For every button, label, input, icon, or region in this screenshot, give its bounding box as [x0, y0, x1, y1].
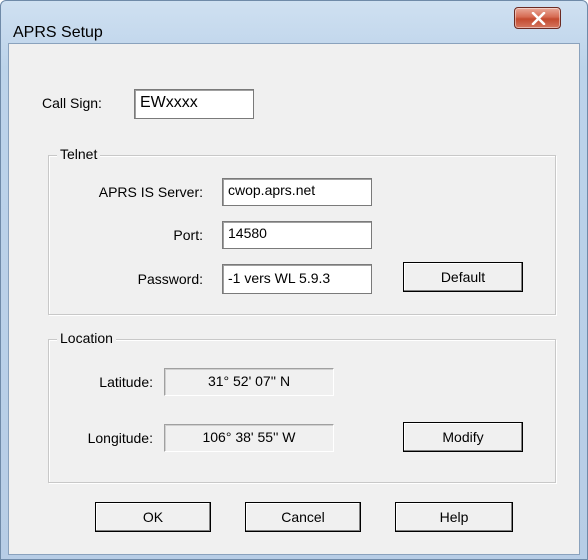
port-label: Port: — [173, 227, 203, 243]
default-button[interactable]: Default — [403, 262, 523, 292]
server-label: APRS IS Server: — [98, 184, 203, 200]
dialog-body: Call Sign: EWxxxx Telnet APRS IS Server:… — [8, 43, 580, 555]
port-input[interactable]: 14580 — [222, 221, 372, 249]
close-icon — [531, 12, 546, 25]
location-group-label: Location — [57, 330, 116, 346]
password-input[interactable]: -1 vers WL 5.9.3 — [222, 264, 372, 294]
window-title: APRS Setup — [13, 24, 103, 41]
server-input[interactable]: cwop.aprs.net — [222, 178, 372, 206]
callsign-input[interactable]: EWxxxx — [134, 89, 254, 119]
title-bar[interactable]: APRS Setup — [1, 1, 587, 43]
close-button[interactable] — [514, 7, 561, 29]
password-label: Password: — [137, 271, 203, 287]
callsign-label: Call Sign: — [42, 95, 102, 111]
modify-button[interactable]: Modify — [403, 422, 523, 452]
latitude-label: Latitude: — [99, 374, 153, 390]
help-button[interactable]: Help — [395, 502, 513, 532]
longitude-label: Longitude: — [87, 430, 153, 446]
latitude-value: 31° 52' 07'' N — [164, 368, 334, 396]
location-group: Location — [48, 330, 556, 483]
cancel-button[interactable]: Cancel — [245, 502, 361, 532]
ok-button[interactable]: OK — [95, 502, 211, 532]
aprs-setup-window: APRS Setup Call Sign: EWxxxx Telnet APRS… — [0, 0, 588, 560]
telnet-group-label: Telnet — [57, 146, 101, 162]
longitude-value: 106° 38' 55'' W — [164, 424, 334, 452]
